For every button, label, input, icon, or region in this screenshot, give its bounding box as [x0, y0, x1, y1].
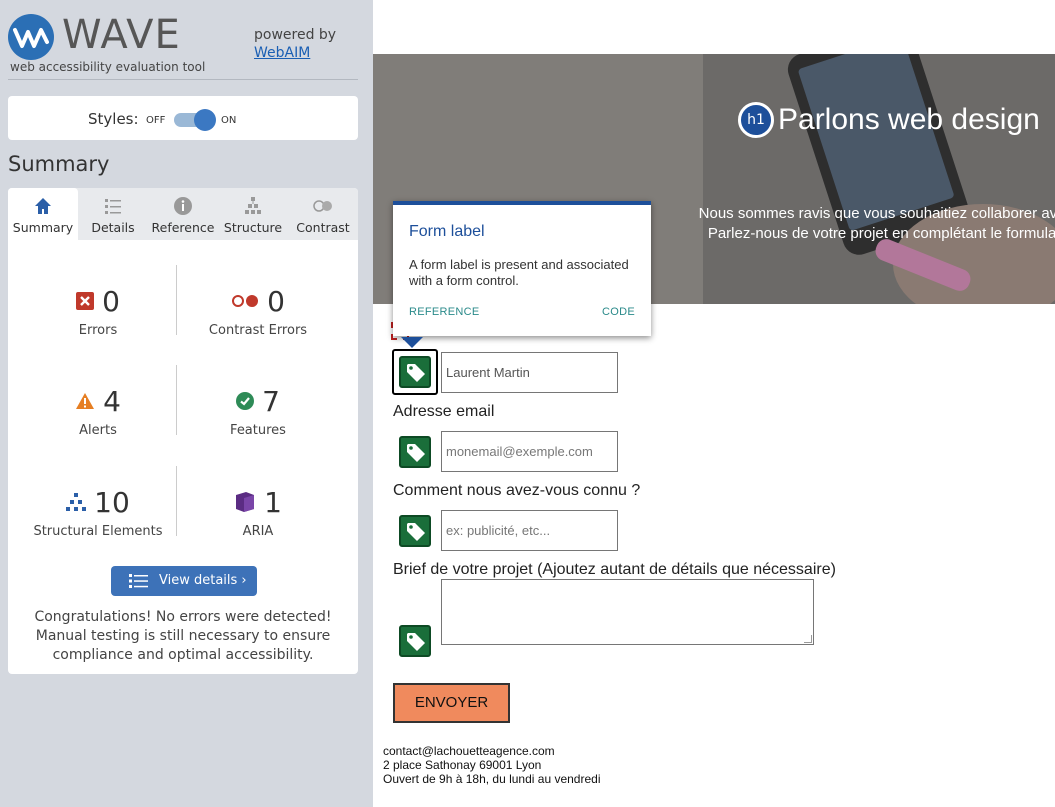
tag-icon [407, 444, 425, 462]
stat-alerts[interactable]: 4 Alerts [18, 383, 178, 438]
footer-email[interactable]: contact@lachouetteagence.com [383, 744, 601, 758]
view-details-button[interactable]: View details › [111, 566, 257, 596]
h1-icon[interactable]: h1 [738, 102, 774, 138]
wave-logo-subtitle: web accessibility evaluation tool [10, 60, 206, 74]
tooltip-title: Form label [409, 223, 485, 240]
aria-icon [236, 492, 255, 512]
stat-aria[interactable]: 1 ARIA [178, 484, 338, 539]
toggle-on-label: ON [221, 115, 237, 126]
form-label-icon[interactable] [392, 349, 438, 395]
tab-details[interactable]: Details [78, 188, 148, 240]
powered-by: powered by WebAIM [254, 26, 336, 62]
source-input[interactable]: ex: publicité, etc... [441, 510, 618, 551]
hero-line-2: Parlez-nous de votre projet en complétan… [707, 225, 1055, 242]
evaluated-page: h1 Parlons web design Nous sommes ravis … [373, 0, 1055, 807]
list-icon [129, 574, 148, 588]
errors-count: 0 [102, 284, 120, 318]
stat-contrast-errors[interactable]: 0 Contrast Errors [178, 283, 338, 339]
hero-line-1: Nous sommes ravis que vous souhaitiez co… [698, 205, 1055, 222]
tab-summary-label: Summary [12, 220, 74, 235]
features-count: 7 [262, 384, 280, 418]
features-label: Features [230, 423, 286, 438]
source-label: Comment nous avez-vous connu ? [393, 482, 641, 499]
congrats-message: Congratulations! No errors were detected… [34, 609, 332, 663]
tooltip-reference-link[interactable]: REFERENCE [409, 306, 480, 318]
tag-icon [407, 633, 425, 651]
brief-label: Brief de votre projet (Ajoutez autant de… [393, 561, 836, 578]
send-button[interactable]: ENVOYER [393, 683, 510, 723]
error-icon [76, 292, 95, 310]
stat-divider [176, 365, 177, 435]
form-label-tooltip: Form label A form label is present and a… [393, 201, 651, 336]
home-icon [35, 198, 51, 214]
stat-divider [176, 466, 177, 536]
structure-icon [245, 197, 261, 214]
email-label: Adresse email [393, 403, 495, 420]
alerts-label: Alerts [79, 423, 117, 438]
aria-count: 1 [264, 485, 282, 519]
structural-label: Structural Elements [33, 524, 163, 539]
form-label-icon-inner [399, 356, 431, 388]
hero-text: Nous sommes ravis que vous souhaitiez co… [653, 204, 1055, 244]
brief-textarea[interactable] [441, 579, 814, 645]
wave-header: WAVE web accessibility evaluation tool p… [8, 10, 358, 80]
footer-address: 2 place Sathonay 69001 Lyon [383, 758, 542, 772]
list-icon [105, 199, 121, 214]
info-icon [174, 197, 192, 215]
tab-contrast-label: Contrast [296, 220, 350, 235]
tooltip-code-link[interactable]: CODE [602, 306, 635, 318]
styles-toggle-box: Styles: OFF ON [8, 96, 358, 140]
contrast-errors-label: Contrast Errors [208, 323, 308, 338]
errors-label: Errors [78, 323, 118, 338]
summary-panel: Summary Details Reference Structure Cont… [8, 188, 358, 674]
resize-grip[interactable] [804, 635, 812, 643]
tab-bar: Summary Details Reference Structure Cont… [8, 188, 358, 240]
tab-contrast[interactable]: Contrast [288, 188, 358, 240]
tag-icon [407, 364, 425, 382]
contrast-errors-count: 0 [267, 284, 285, 318]
tooltip-body: A form label is present and associated w… [409, 257, 629, 288]
contrast-error-icon [232, 295, 259, 307]
form-label-icon[interactable] [399, 625, 431, 657]
tooltip-arrow [401, 337, 423, 348]
contrast-icon [313, 200, 332, 212]
email-input[interactable]: monemail@exemple.com [441, 431, 618, 472]
alerts-count: 4 [103, 384, 121, 418]
form-label-icon[interactable] [399, 436, 431, 468]
aria-label: ARIA [242, 524, 274, 539]
tab-summary[interactable]: Summary [8, 188, 78, 240]
view-details-label: View details › [159, 573, 247, 588]
feature-icon [236, 392, 255, 410]
page-title: Parlons web design [778, 103, 1040, 136]
stat-errors[interactable]: 0 Errors [18, 283, 178, 338]
tab-details-label: Details [91, 220, 135, 235]
summary-heading: Summary [8, 152, 110, 176]
tag-icon [407, 523, 425, 541]
wave-sidebar: WAVE web accessibility evaluation tool p… [0, 0, 373, 807]
toggle-off-label: OFF [146, 115, 166, 126]
wave-logo-text: WAVE [62, 12, 181, 58]
structure-element-icon [66, 493, 87, 511]
styles-toggle-knob[interactable] [194, 109, 216, 131]
contact-footer: contact@lachouetteagence.com 2 place Sat… [383, 744, 601, 786]
structural-count: 10 [94, 485, 130, 519]
tab-reference[interactable]: Reference [148, 188, 218, 240]
powered-by-text: powered by [254, 27, 337, 43]
tab-structure[interactable]: Structure [218, 188, 288, 240]
styles-label: Styles: [88, 110, 139, 128]
footer-hours: Ouvert de 9h à 18h, du lundi au vendredi [383, 772, 601, 786]
tab-structure-label: Structure [223, 220, 283, 235]
webaim-link[interactable]: WebAIM [254, 44, 336, 62]
name-input[interactable]: Laurent Martin [441, 352, 618, 393]
stat-divider [176, 265, 177, 335]
stat-features[interactable]: 7 Features [178, 383, 338, 439]
tab-reference-label: Reference [151, 220, 215, 235]
hero-heading: h1 Parlons web design [738, 102, 1040, 138]
wave-logo-icon [8, 14, 54, 60]
form-label-icon[interactable] [399, 515, 431, 547]
alert-icon [76, 393, 95, 409]
stat-structural[interactable]: 10 Structural Elements [18, 484, 178, 540]
